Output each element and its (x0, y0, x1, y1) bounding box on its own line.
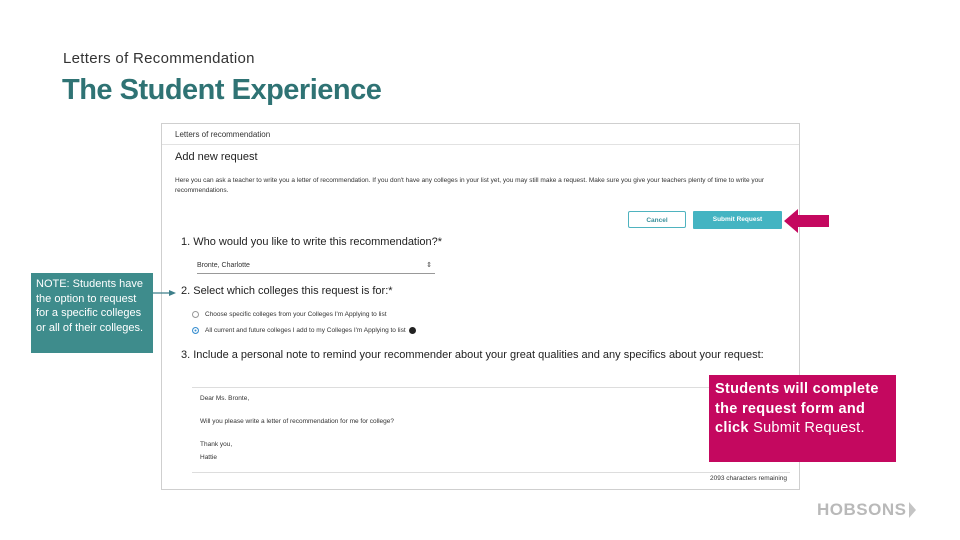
request-form-screenshot: Letters of recommendation Add new reques… (161, 123, 800, 490)
form-heading: Add new request (175, 151, 258, 163)
note-line: Will you please write a letter of recomm… (200, 418, 395, 425)
note-line: Dear Ms. Bronte, (200, 395, 250, 402)
radio-all-label: All current and future colleges I add to… (205, 327, 406, 334)
radio-selected-icon[interactable] (192, 327, 199, 334)
hobsons-logo: HOBSONS (817, 500, 917, 520)
form-intro: Here you can ask a teacher to write you … (175, 177, 765, 194)
question-colleges: 2. Select which colleges this request is… (181, 285, 393, 297)
note-line: Hattie (200, 454, 217, 461)
chevron-right-icon (909, 502, 917, 518)
question-recommender: 1. Who would you like to write this reco… (181, 236, 443, 248)
students-callout: Students will complete the request form … (709, 375, 896, 462)
recommender-select[interactable]: Bronte, Charlotte ⇕ (197, 259, 435, 274)
logo-text: HOBSONS (817, 500, 907, 519)
note-callout: NOTE: Students have the option to reques… (31, 273, 153, 353)
note-line: Thank you, (200, 441, 233, 448)
header-divider (162, 144, 799, 145)
radio-all-colleges[interactable]: All current and future colleges I add to… (192, 327, 416, 334)
students-callout-tail: Submit Request. (753, 420, 865, 436)
slide-kicker: Letters of Recommendation (63, 50, 255, 67)
cancel-button[interactable]: Cancel (628, 211, 686, 228)
radio-specific-colleges[interactable]: Choose specific colleges from your Colle… (192, 311, 387, 318)
characters-remaining: 2093 characters remaining (710, 475, 787, 482)
radio-icon[interactable] (192, 311, 199, 318)
radio-specific-label: Choose specific colleges from your Colle… (205, 311, 387, 318)
breadcrumb: Letters of recommendation (175, 130, 271, 139)
personal-note-textarea[interactable]: Dear Ms. Bronte, Will you please write a… (192, 387, 790, 473)
recommender-value: Bronte, Charlotte (197, 262, 250, 269)
question-note: 3. Include a personal note to remind you… (181, 349, 764, 361)
chevron-updown-icon: ⇕ (426, 262, 432, 269)
info-icon[interactable] (408, 327, 416, 334)
submit-request-button[interactable]: Submit Request (693, 211, 782, 229)
slide-title: The Student Experience (62, 74, 382, 106)
